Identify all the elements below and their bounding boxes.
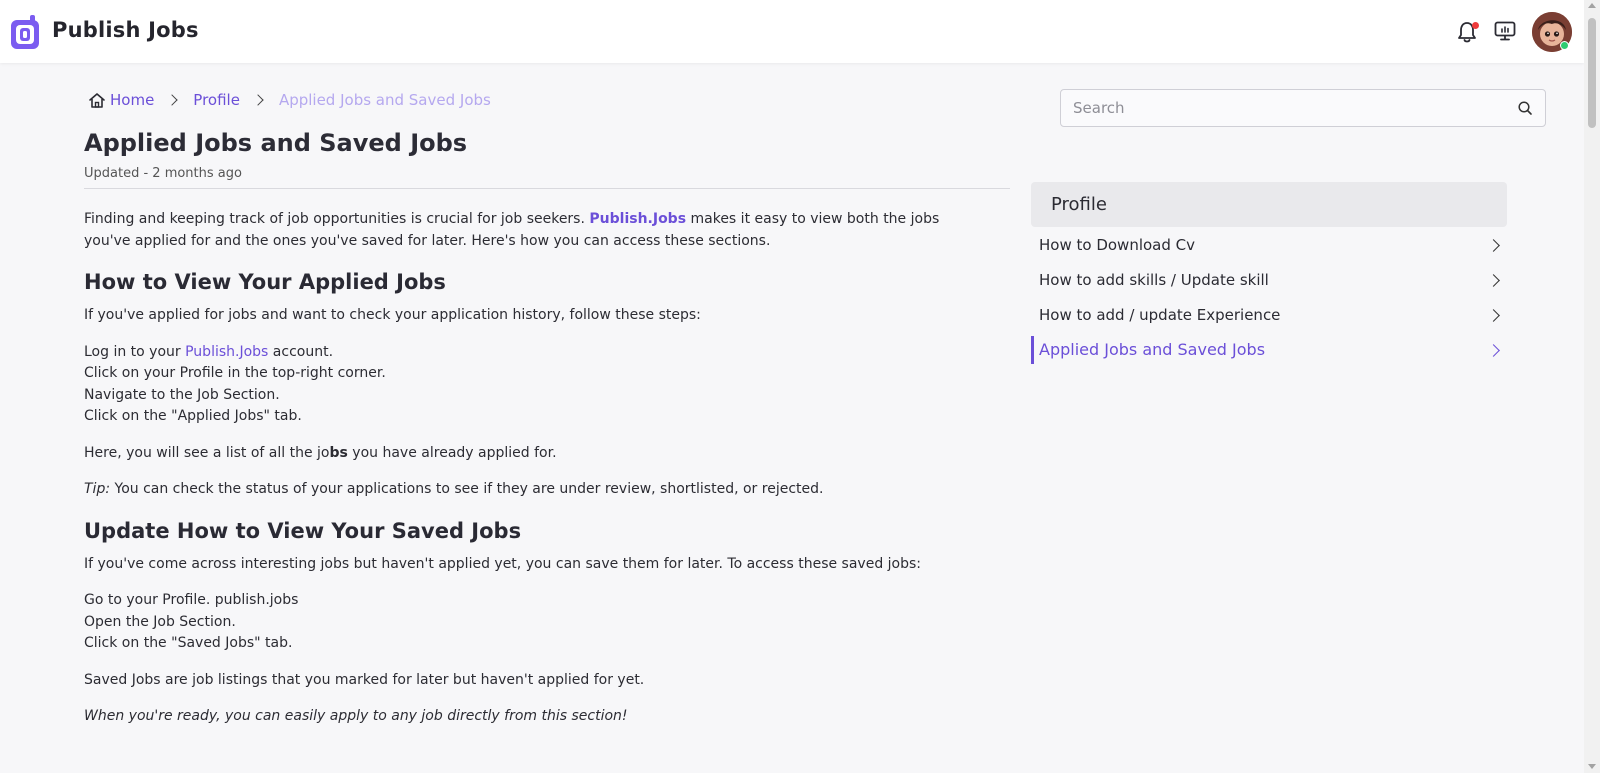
saved-step-1: Go to your Profile. publish.jobs xyxy=(84,592,299,608)
sidebar-header: Profile xyxy=(1031,182,1507,227)
sidebar-header-label: Profile xyxy=(1051,194,1107,215)
chevron-right-icon xyxy=(1487,239,1500,252)
online-status-indicator xyxy=(1560,41,1569,50)
applied-steps: Log in to your Publish.Jobs account. Cli… xyxy=(84,342,984,428)
chevron-right-icon xyxy=(1487,344,1500,357)
sidebar-item-label: How to Download Cv xyxy=(1039,236,1195,254)
breadcrumb: Home Profile Applied Jobs and Saved Jobs xyxy=(88,90,491,110)
sidebar-item-update-skill[interactable]: How to add skills / Update skill xyxy=(1031,263,1507,298)
saved-note: Saved Jobs are job listings that you mar… xyxy=(84,671,645,688)
saved-step-2: Open the Job Section. xyxy=(84,613,236,630)
closing-note: When you're ready, you can easily apply … xyxy=(84,708,628,724)
section-heading-saved: Update How to View Your Saved Jobs xyxy=(84,518,522,543)
publish-jobs-link[interactable]: Publish.Jobs xyxy=(589,211,686,227)
step-4: Click on the "Applied Jobs" tab. xyxy=(84,408,302,424)
active-indicator xyxy=(1031,336,1034,364)
home-icon[interactable] xyxy=(88,92,106,109)
page-scrollbar[interactable] xyxy=(1584,0,1600,773)
sidebar-article-list: How to Download Cv How to add skills / U… xyxy=(1031,228,1507,368)
publish-jobs-logo-icon[interactable] xyxy=(11,15,39,49)
search-box[interactable] xyxy=(1060,89,1546,127)
step-2: Click on your Profile in the top-right c… xyxy=(84,365,386,381)
applied-note: Here, you will see a list of all the job… xyxy=(84,444,557,461)
tip-label: Tip: xyxy=(84,481,111,497)
saved-intro: If you've come across interesting jobs b… xyxy=(84,555,922,572)
section-heading-applied: How to View Your Applied Jobs xyxy=(84,270,446,294)
publish-jobs-account-link[interactable]: Publish.Jobs xyxy=(185,344,268,360)
page-title: Applied Jobs and Saved Jobs xyxy=(84,129,468,157)
applied-intro: If you've applied for jobs and want to c… xyxy=(84,307,701,323)
sidebar-item-applied-saved-jobs[interactable]: Applied Jobs and Saved Jobs xyxy=(1031,333,1507,368)
article-body: Finding and keeping track of job opportu… xyxy=(84,209,984,743)
breadcrumb-current: Applied Jobs and Saved Jobs xyxy=(278,91,491,109)
scrollbar-thumb[interactable] xyxy=(1588,18,1596,128)
brand-name[interactable]: Publish Jobs xyxy=(52,18,199,42)
sidebar-item-download-cv[interactable]: How to Download Cv xyxy=(1031,228,1507,263)
tip-paragraph: Tip: You can check the status of your ap… xyxy=(84,481,824,497)
breadcrumb-home-link[interactable]: Home xyxy=(110,91,154,109)
saved-steps: Go to your Profile. publish.jobs Open th… xyxy=(84,590,984,655)
search-input[interactable] xyxy=(1073,90,1493,126)
notification-dot xyxy=(1472,22,1479,29)
top-navbar: Publish Jobs xyxy=(0,0,1584,63)
sidebar-item-label: Applied Jobs and Saved Jobs xyxy=(1039,340,1266,359)
chevron-right-icon xyxy=(166,94,178,106)
chevron-right-icon xyxy=(1487,309,1500,322)
chevron-right-icon xyxy=(252,94,264,106)
scroll-down-arrow-icon[interactable] xyxy=(1588,764,1596,769)
intro-paragraph: Finding and keeping track of job opportu… xyxy=(84,211,940,249)
sidebar-item-label: How to add skills / Update skill xyxy=(1039,271,1269,289)
breadcrumb-profile-link[interactable]: Profile xyxy=(193,91,240,109)
step-1: Log in to your Publish.Jobs account. xyxy=(84,343,334,360)
sidebar-item-label: How to add / update Experience xyxy=(1039,306,1281,324)
updated-timestamp: Updated - 2 months ago xyxy=(84,166,242,181)
search-icon[interactable] xyxy=(1517,100,1533,116)
step-3: Navigate to the Job Section. xyxy=(84,386,280,403)
title-divider xyxy=(84,188,1010,189)
saved-step-3: Click on the "Saved Jobs" tab. xyxy=(84,635,293,651)
sidebar-item-update-experience[interactable]: How to add / update Experience xyxy=(1031,298,1507,333)
chevron-right-icon xyxy=(1487,274,1500,287)
monitor-icon[interactable] xyxy=(1494,21,1516,41)
scroll-up-arrow-icon[interactable] xyxy=(1588,3,1596,8)
